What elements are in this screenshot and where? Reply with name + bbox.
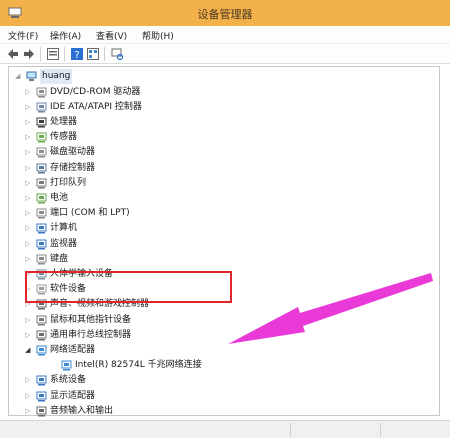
menu-action[interactable]: 操作(A) <box>50 29 81 42</box>
tree-item-label: 端口 (COM 和 LPT) <box>50 208 130 219</box>
expand-arrow-icon[interactable]: ▷ <box>25 328 33 343</box>
device-tree[interactable]: ◢ huang ▷ DVD/CD-ROM 驱动器 ▷ IDE ATA/ATAPI 控制… <box>8 66 440 419</box>
computer-root-icon <box>26 71 37 81</box>
title-bar: 设备管理器 <box>0 0 450 26</box>
tree-item-label: 通用串行总线控制器 <box>50 329 132 340</box>
collapse-arrow-icon[interactable]: ◢ <box>15 69 23 84</box>
battery-icon <box>36 193 47 204</box>
ide-controller-icon <box>36 102 47 113</box>
audio-io-icon <box>36 406 47 417</box>
network-adapter-icon <box>36 345 47 356</box>
menu-help[interactable]: 帮助(H) <box>142 29 174 42</box>
tree-root-label: huang <box>40 69 73 84</box>
tree-item-label: 磁盘驱动器 <box>50 147 96 158</box>
properties-icon[interactable] <box>46 47 60 61</box>
expand-arrow-icon[interactable]: ▷ <box>25 313 33 328</box>
tree-item-label: 监视器 <box>50 238 78 249</box>
svg-text:?: ? <box>74 50 79 61</box>
tree-item-label: IDE ATA/ATAPI 控制器 <box>50 101 142 112</box>
expand-arrow-icon[interactable]: ▷ <box>25 221 33 236</box>
processor-icon <box>36 117 47 128</box>
dvd-drive-icon <box>36 87 47 98</box>
tree-item-label: 系统设备 <box>50 375 87 386</box>
expand-arrow-icon[interactable]: ▷ <box>25 176 33 191</box>
mouse-icon <box>36 315 47 326</box>
expand-arrow-icon[interactable]: ▷ <box>25 252 33 267</box>
scan-hardware-icon[interactable] <box>110 47 124 61</box>
expand-arrow-icon[interactable]: ▷ <box>25 85 33 100</box>
toolbar: ? <box>0 44 450 64</box>
disk-drive-icon <box>36 147 47 158</box>
expand-arrow-icon[interactable]: ▷ <box>25 100 33 115</box>
menu-view[interactable]: 查看(V) <box>96 29 127 42</box>
tree-item-label: 音频输入和输出 <box>50 405 114 416</box>
toolbar-separator <box>64 47 65 61</box>
display-adapter-icon <box>36 391 47 402</box>
view-icon[interactable] <box>86 47 100 61</box>
tree-item-label: 处理器 <box>50 117 78 127</box>
tree-item-label: 键盘 <box>50 253 69 264</box>
tree-item-label: 网络适配器 <box>50 345 96 355</box>
status-separator <box>380 423 381 437</box>
help-icon[interactable]: ? <box>70 47 84 61</box>
expand-arrow-icon[interactable]: ▷ <box>25 389 33 404</box>
printer-icon <box>36 178 47 189</box>
expand-arrow-icon[interactable]: ▷ <box>25 130 33 145</box>
back-icon[interactable] <box>6 47 20 61</box>
expand-arrow-icon[interactable]: ▷ <box>25 237 33 252</box>
menu-bar: 文件(F) 操作(A) 查看(V) 帮助(H) <box>0 26 450 44</box>
storage-controller-icon <box>36 163 47 174</box>
usb-icon <box>36 330 47 341</box>
expand-arrow-icon[interactable]: ▷ <box>25 404 33 419</box>
window-title: 设备管理器 <box>197 8 253 21</box>
tree-item-label: Intel(R) 82574L 千兆网络连接 <box>75 360 202 371</box>
expand-arrow-icon[interactable]: ▷ <box>25 145 33 160</box>
tree-item-label: 传感器 <box>50 132 78 143</box>
network-card-icon <box>61 360 72 371</box>
expand-arrow-icon[interactable]: ▷ <box>25 206 33 221</box>
expand-arrow-icon[interactable]: ▷ <box>25 161 33 176</box>
status-separator <box>290 423 291 437</box>
keyboard-icon <box>36 254 47 265</box>
menu-file[interactable]: 文件(F) <box>8 29 38 42</box>
port-icon <box>36 208 47 219</box>
sensor-icon <box>36 132 47 143</box>
collapse-arrow-icon[interactable]: ◢ <box>25 343 33 358</box>
tree-item-label: DVD/CD-ROM 驱动器 <box>50 86 141 97</box>
toolbar-separator <box>104 47 105 61</box>
tree-item-label: 存储控制器 <box>50 162 96 173</box>
highlight-box <box>25 271 232 303</box>
monitor-icon <box>36 239 47 250</box>
status-bar <box>0 420 450 438</box>
system-device-icon <box>36 375 47 386</box>
computer-icon <box>36 223 47 234</box>
tree-item-label: 打印队列 <box>50 177 87 188</box>
expand-arrow-icon[interactable]: ▷ <box>25 115 33 130</box>
forward-icon[interactable] <box>22 47 36 61</box>
tree-item-label: 鼠标和其他指针设备 <box>50 314 132 325</box>
tree-item-label: 计算机 <box>50 223 78 234</box>
toolbar-separator <box>40 47 41 61</box>
expand-arrow-icon[interactable]: ▷ <box>25 373 33 388</box>
tree-item-label: 电池 <box>50 193 69 203</box>
expand-arrow-icon[interactable]: ▷ <box>25 191 33 206</box>
tree-item-label: 显示适配器 <box>50 390 96 401</box>
